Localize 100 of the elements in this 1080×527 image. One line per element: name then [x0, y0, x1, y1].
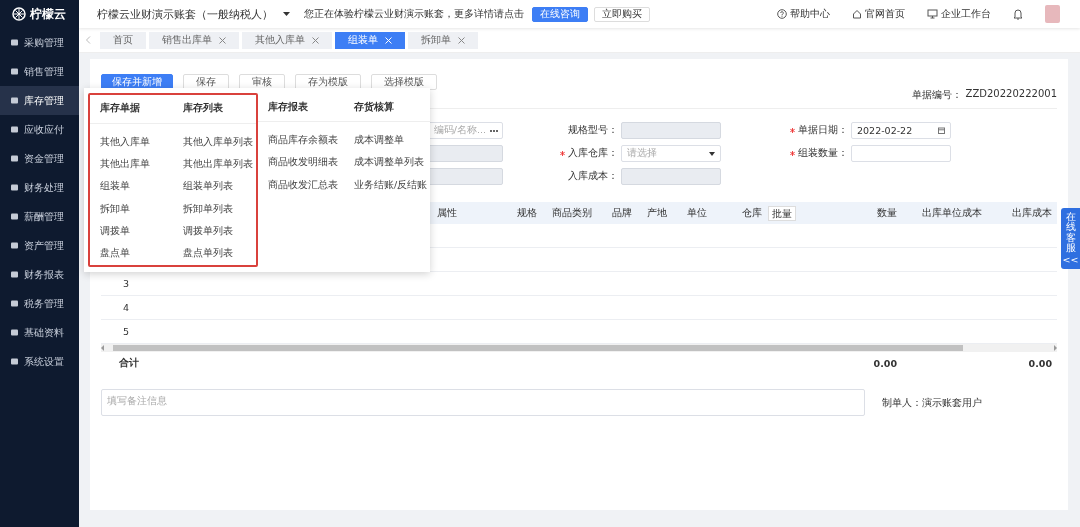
tab-label[interactable]: 首页	[113, 33, 133, 47]
close-icon[interactable]	[219, 36, 226, 44]
column-header: 单位	[687, 206, 707, 220]
help-icon	[777, 9, 787, 19]
menu-item[interactable]: 其他出库单列表	[183, 157, 253, 171]
header-link[interactable]: 官网首页	[852, 7, 905, 21]
menu-heading: 库存报表	[268, 100, 308, 114]
menu-item[interactable]: 其他入库单列表	[183, 135, 253, 149]
column-header: 产地	[647, 206, 667, 220]
total-label: 合计	[118, 357, 140, 370]
page-tab[interactable]: 其他入库单	[242, 31, 332, 49]
menu-item[interactable]: 商品收发明细表	[268, 156, 338, 170]
date-field[interactable]: 2022-02-22	[851, 122, 951, 139]
sidebar-item[interactable]: 库存管理	[0, 86, 79, 115]
menu-item-icon	[10, 67, 19, 76]
collapse-toggle[interactable]: <<	[1062, 253, 1079, 265]
menu-item[interactable]: 拆卸单	[100, 202, 130, 216]
field-label: 单据日期：	[798, 124, 848, 137]
header-link[interactable]: 帮助中心	[777, 7, 830, 21]
sidebar-item[interactable]: 系统设置	[0, 347, 79, 376]
close-icon[interactable]	[312, 36, 319, 44]
close-icon[interactable]	[458, 36, 465, 44]
sidebar-item[interactable]: 应收应付	[0, 115, 79, 144]
consult-button[interactable]: 在线咨询	[532, 6, 588, 22]
caret-icon[interactable]	[709, 151, 715, 156]
header-link[interactable]: 企业工作台	[927, 7, 991, 21]
field-label: 组装数量：	[798, 147, 848, 160]
menu-item-icon	[10, 154, 19, 163]
menu-item-icon	[10, 299, 19, 308]
menu-item[interactable]: 其他入库单	[100, 135, 150, 149]
menu-heading: 库存列表	[183, 102, 223, 116]
row-number: 5	[122, 326, 131, 337]
total-cost: 0.00	[1027, 358, 1053, 369]
column-header: 出库成本	[1012, 206, 1052, 220]
calendar-icon[interactable]	[938, 127, 945, 134]
scroll-left-icon[interactable]	[101, 345, 105, 351]
page-tab[interactable]: 销售出库单	[149, 31, 239, 49]
menu-item-icon	[10, 183, 19, 192]
total-quantity: 0.00	[872, 358, 898, 369]
menu-item[interactable]: 成本调整单列表	[354, 156, 424, 170]
notice-text: 您正在体验柠檬云业财演示账套，更多详情请点击	[304, 7, 524, 21]
buy-button[interactable]: 立即购买	[594, 6, 650, 22]
sidebar-item[interactable]: 资产管理	[0, 231, 79, 260]
page-tab[interactable]: 拆卸单	[408, 31, 478, 49]
tab-label[interactable]: 销售出库单	[162, 33, 212, 47]
sidebar-item[interactable]: 薪酬管理	[0, 202, 79, 231]
menu-item[interactable]: 调拨单	[100, 224, 130, 238]
menu-item-icon	[10, 38, 19, 47]
service-label[interactable]: 在线客服	[1065, 212, 1076, 254]
bell-icon[interactable]	[1013, 8, 1023, 20]
field-label: 入库成本：	[568, 170, 618, 183]
menu-item-icon	[10, 96, 19, 105]
column-header: 品牌	[612, 206, 632, 220]
menu-item[interactable]: 盘点单	[100, 247, 130, 261]
column-header: 商品类别	[552, 206, 592, 220]
scroll-right-icon[interactable]	[1053, 345, 1057, 351]
menu-item[interactable]: 拆卸单列表	[183, 202, 233, 216]
menu-item[interactable]: 组装单	[100, 180, 130, 194]
more-icon[interactable]	[490, 129, 498, 132]
menu-heading: 库存单据	[100, 102, 140, 116]
menu-heading: 存货核算	[354, 100, 394, 114]
input-field[interactable]	[851, 145, 951, 162]
row-number: 4	[122, 302, 131, 313]
menu-item[interactable]: 盘点单列表	[183, 247, 233, 261]
column-header: 属性	[437, 206, 457, 220]
menu-item[interactable]: 商品库存余额表	[268, 133, 338, 147]
dropdown-icon[interactable]	[283, 11, 290, 17]
scrollbar[interactable]	[101, 344, 1057, 352]
doc-number-label: 单据编号：	[911, 88, 962, 102]
sidebar-item[interactable]: 税务管理	[0, 289, 79, 318]
sidebar-item[interactable]: 采购管理	[0, 28, 79, 57]
menu-item[interactable]: 成本调整单	[354, 133, 404, 147]
menu-item[interactable]: 商品收发汇总表	[268, 178, 338, 192]
column-header: 数量	[877, 206, 897, 220]
logo-icon	[12, 7, 26, 21]
account-name[interactable]: 柠檬云业财演示账套（一般纳税人）	[97, 6, 273, 22]
page-tab[interactable]: 首页	[100, 31, 146, 49]
menu-item[interactable]: 调拨单列表	[183, 224, 233, 238]
sidebar-item[interactable]: 财务处理	[0, 173, 79, 202]
sidebar-item[interactable]: 基础资料	[0, 318, 79, 347]
field-label: 规格型号：	[568, 124, 618, 137]
batch-button[interactable]: 批量	[768, 205, 796, 221]
sidebar-item[interactable]: 财务报表	[0, 260, 79, 289]
creator-text: 制单人：演示账套用户	[882, 395, 982, 410]
monitor-icon	[927, 9, 938, 19]
tab-label[interactable]: 组装单	[348, 33, 378, 47]
row-number: 3	[122, 278, 131, 289]
sidebar-item[interactable]: 销售管理	[0, 57, 79, 86]
page-tab[interactable]: 组装单	[335, 31, 405, 49]
menu-item[interactable]: 业务结账/反结账	[354, 178, 428, 192]
menu-item-icon	[10, 241, 19, 250]
menu-item[interactable]: 其他出库单	[100, 157, 150, 171]
tab-label[interactable]: 拆卸单	[421, 33, 451, 47]
menu-item[interactable]: 组装单列表	[183, 180, 233, 194]
column-header: 规格	[517, 206, 537, 220]
sidebar-item[interactable]: 资金管理	[0, 144, 79, 173]
brand-name: 柠檬云	[30, 5, 66, 23]
tab-label[interactable]: 其他入库单	[255, 33, 305, 47]
menu-item-icon	[10, 328, 19, 337]
menu-item-icon	[10, 212, 19, 221]
